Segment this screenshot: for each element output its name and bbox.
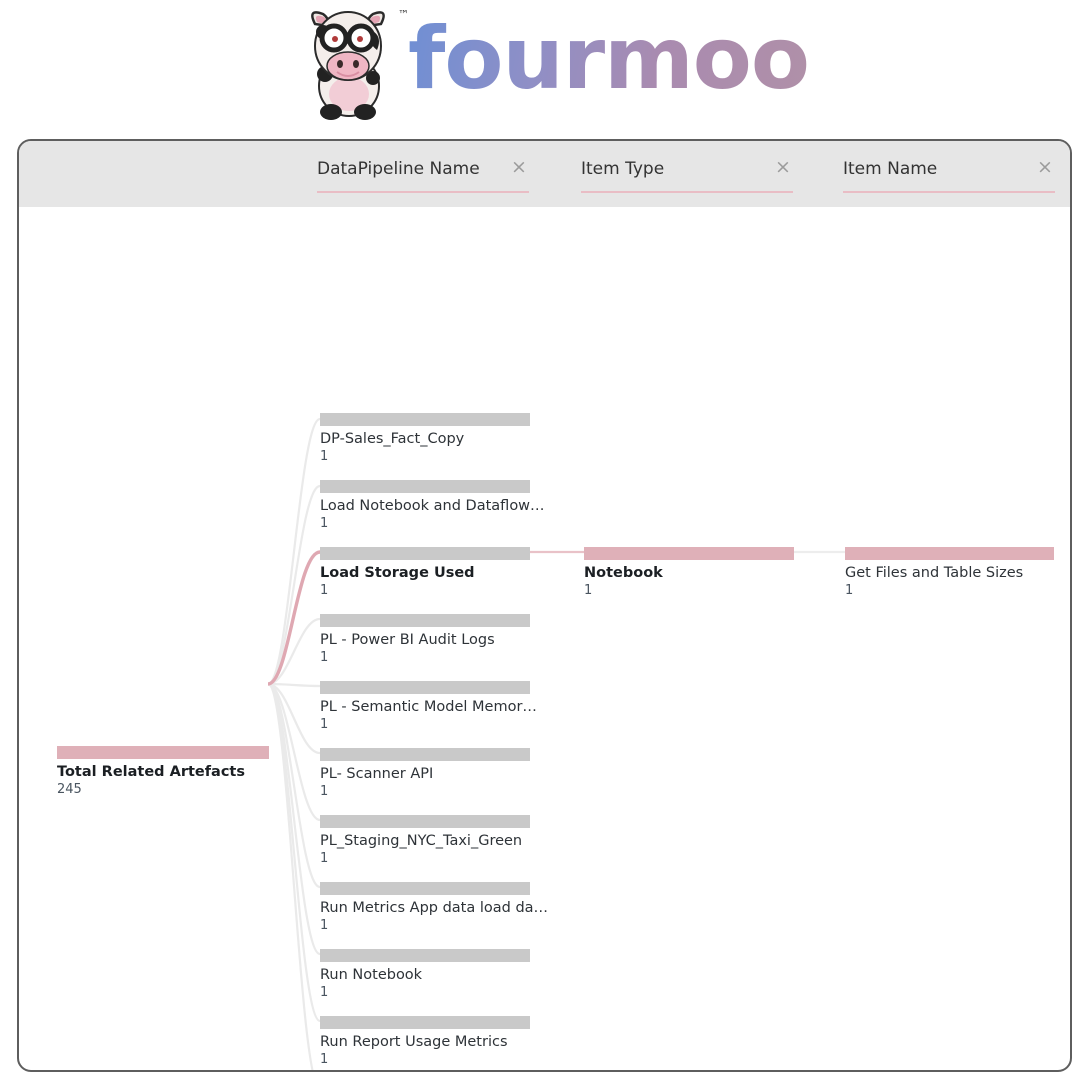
node-value: 1 (845, 583, 854, 598)
brand-wordmark: fourmoo (408, 9, 810, 109)
node-label: Notebook (584, 565, 663, 581)
filter-bar: DataPipeline Name × Item Type × Item Nam… (19, 141, 1070, 207)
brand-logo: ™ fourmoo (0, 0, 1090, 128)
filter-underline (581, 191, 793, 193)
node-bar (320, 949, 530, 962)
tree-link-highlighted (267, 550, 321, 686)
node-label: Load Storage Used (320, 565, 475, 581)
node-bar (320, 413, 530, 426)
node-bar (320, 748, 530, 761)
node-bar (320, 681, 530, 694)
node-bar (845, 547, 1054, 560)
close-x-icon[interactable]: × (511, 158, 527, 177)
node-bar (320, 614, 530, 627)
node-label: PL - Semantic Model Memor… (320, 699, 537, 715)
filter-label: Item Name (843, 159, 938, 179)
node-value: 245 (57, 782, 82, 797)
node-value: 1 (320, 851, 329, 866)
filter-label: Item Type (581, 159, 665, 179)
node-value: 1 (320, 650, 329, 665)
node-value: 1 (320, 717, 329, 732)
node-label: Total Related Artefacts (57, 764, 245, 780)
node-bar (320, 1016, 530, 1029)
close-x-icon[interactable]: × (775, 158, 791, 177)
tree-links (266, 417, 845, 1070)
decomposition-tree-visual: DataPipeline Name × Item Type × Item Nam… (17, 139, 1072, 1072)
node-value: 1 (320, 1052, 329, 1067)
node-label: PL - Power BI Audit Logs (320, 632, 495, 648)
node-label: Get Files and Table Sizes (845, 565, 1024, 581)
node-label: Run Metrics App data load da… (320, 900, 549, 916)
node-value: 1 (584, 583, 593, 598)
node-value: 1 (320, 516, 329, 531)
node-value: 1 (320, 583, 329, 598)
filter-label: DataPipeline Name (317, 159, 480, 179)
tree-canvas: Total Related Artefacts 245 DP-Sales_Fac… (19, 207, 1070, 1070)
node-label: DP-Sales_Fact_Copy (320, 431, 465, 447)
filter-underline (843, 191, 1055, 193)
filter-underline (317, 191, 529, 193)
node-bar (320, 547, 530, 560)
node-label: PL_Staging_NYC_Taxi_Green (320, 833, 523, 849)
close-x-icon[interactable]: × (1037, 158, 1053, 177)
node-value: 1 (320, 449, 329, 464)
filter-datapipeline-name[interactable]: DataPipeline Name × (317, 158, 529, 193)
node-bar (320, 815, 530, 828)
node-value: 1 (320, 918, 329, 933)
node-bar (320, 480, 530, 493)
node-bar (57, 746, 269, 759)
node-value: 1 (320, 784, 329, 799)
node-value: 1 (320, 985, 329, 1000)
node-bar (320, 882, 530, 895)
node-label: PL- Scanner API (320, 766, 434, 782)
node-bar (584, 547, 794, 560)
node-label: Run Notebook (320, 967, 423, 983)
filter-item-name[interactable]: Item Name × (843, 158, 1055, 193)
node-label: Run Report Usage Metrics (320, 1034, 508, 1050)
filter-item-type[interactable]: Item Type × (581, 158, 793, 193)
cow-mascot-icon (311, 11, 385, 120)
node-label: Load Notebook and Dataflow… (320, 498, 545, 514)
